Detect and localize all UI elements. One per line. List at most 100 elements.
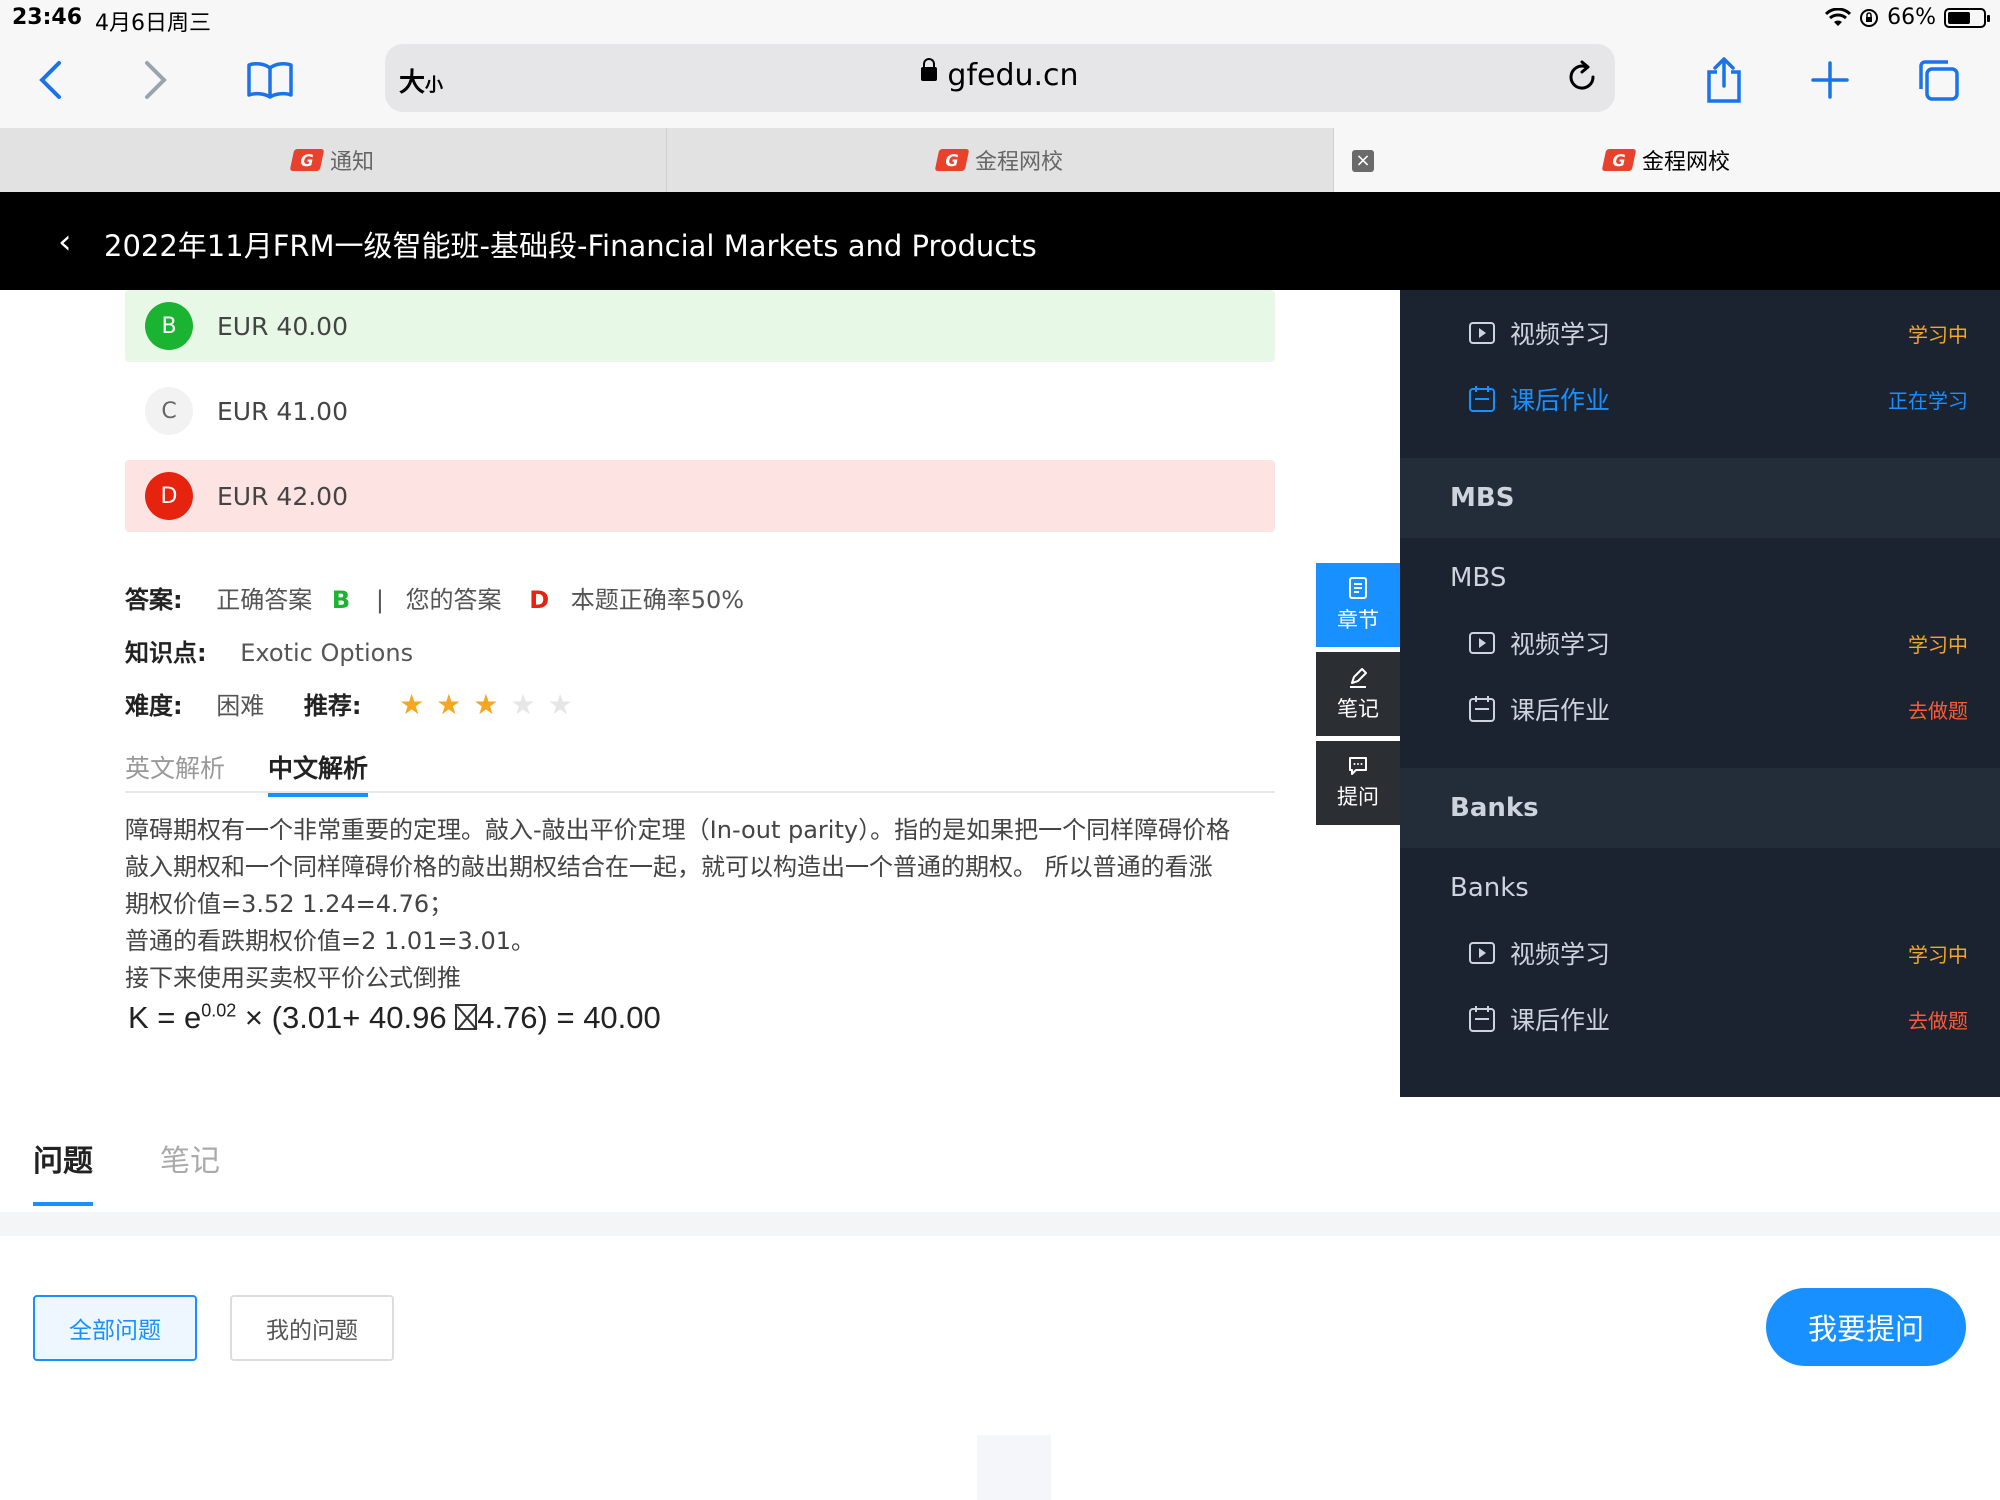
chapter-tool-button[interactable]: 章节 <box>1316 563 1400 647</box>
calendar-icon <box>1469 386 1495 412</box>
status-badge: 正在学习 <box>1888 388 1968 413</box>
plus-icon <box>1811 61 1849 99</box>
lesson-homework[interactable]: 课后作业 去做题 <box>1400 986 2000 1052</box>
analysis-tabs: 英文解析 中文解析 <box>125 745 1275 797</box>
video-icon <box>1469 942 1495 964</box>
lesson-video[interactable]: 视频学习 学习中 <box>1400 300 2000 366</box>
all-questions-button[interactable]: 全部问题 <box>33 1295 197 1361</box>
recommend-stars: ★ ★ ★ ★ ★ <box>399 688 585 721</box>
lock-icon <box>921 57 938 81</box>
correct-rate: 本题正确率50% <box>570 586 745 614</box>
lesson-homework[interactable]: 课后作业 去做题 <box>1400 676 2000 742</box>
star-filled-icon: ★ <box>473 688 499 721</box>
status-badge: 学习中 <box>1908 942 1968 967</box>
pencil-icon <box>1350 668 1367 688</box>
lesson-homework-current[interactable]: 课后作业 正在学习 <box>1400 366 2000 432</box>
chapter-mbs[interactable]: MBS <box>1400 543 2000 613</box>
option-b[interactable]: B EUR 40.00 <box>125 290 1275 362</box>
tab-english-analysis[interactable]: 英文解析 <box>125 749 225 785</box>
section-mbs[interactable]: MBS <box>1400 458 2000 538</box>
tabs-overview-button[interactable] <box>1908 50 1968 110</box>
page-title: 2022年11月FRM一级智能班-基础段-Financial Markets a… <box>104 229 1037 263</box>
browser-tabs: G 通知 G 金程网校 × G 金程网校 <box>0 128 2000 192</box>
browser-toolbar: 大小 gfedu.cn <box>0 38 2000 128</box>
status-badge: 学习中 <box>1908 322 1968 347</box>
gfedu-logo-icon: G <box>934 149 970 171</box>
course-header: ‹ 2022年11月FRM一级智能班-基础段-Financial Markets… <box>0 192 2000 290</box>
difficulty-row: 难度: 困难 推荐: ★ ★ ★ ★ ★ <box>125 686 585 721</box>
url-bar[interactable]: 大小 gfedu.cn <box>385 44 1615 112</box>
tab-close-button[interactable]: × <box>1352 150 1374 172</box>
battery-percent: 66% <box>1887 5 1936 30</box>
tabs-icon <box>1919 60 1959 101</box>
tab-notice[interactable]: G 通知 <box>0 128 667 192</box>
tab-chinese-analysis[interactable]: 中文解析 <box>268 749 369 797</box>
tab-gfedu-1[interactable]: G 金程网校 <box>667 128 1334 192</box>
status-badge: 去做题 <box>1908 698 1968 723</box>
option-text: EUR 41.00 <box>217 396 348 426</box>
option-text: EUR 42.00 <box>217 481 348 511</box>
lesson-video[interactable]: 视频学习 学习中 <box>1400 610 2000 676</box>
placeholder-block <box>977 1435 1051 1500</box>
bookmarks-button[interactable] <box>240 50 300 110</box>
status-badge: 学习中 <box>1908 632 1968 657</box>
option-text: EUR 40.00 <box>217 311 348 341</box>
status-badge: 去做题 <box>1908 1008 1968 1033</box>
answer-row: 答案: 正确答案 B | 您的答案 D 本题正确率50% <box>125 586 745 614</box>
share-icon <box>1707 57 1741 103</box>
forward-button[interactable] <box>126 50 186 110</box>
ask-tool-button[interactable]: 提问 <box>1316 741 1400 825</box>
gfedu-logo-icon: G <box>289 149 325 171</box>
chapter-banks[interactable]: Banks <box>1400 853 2000 923</box>
tab-questions[interactable]: 问题 <box>33 1136 93 1206</box>
url-domain[interactable]: gfedu.cn <box>385 57 1615 93</box>
my-questions-button[interactable]: 我的问题 <box>230 1295 394 1361</box>
correct-answer: B <box>331 586 351 614</box>
wifi-icon <box>1825 7 1852 26</box>
star-filled-icon: ★ <box>399 688 425 721</box>
status-time: 23:46 <box>12 5 83 30</box>
star-empty-icon: ★ <box>547 688 573 721</box>
formula: K = e0.02 × (3.01+ 40.96 4.76) = 40.00 <box>128 1000 661 1035</box>
analysis-text: 障碍期权有一个非常重要的定理。敲入-敲出平价定理（In-out parity）。… <box>125 816 1231 992</box>
option-c[interactable]: C EUR 41.00 <box>125 375 1275 447</box>
your-answer: D <box>529 586 550 614</box>
bottom-tabs: 问题 笔记 <box>0 1120 2000 1212</box>
reload-button[interactable] <box>1565 60 1599 98</box>
video-icon <box>1469 632 1495 654</box>
option-letter: D <box>145 472 193 520</box>
status-right: 66% <box>1825 5 1990 30</box>
lesson-video[interactable]: 视频学习 学习中 <box>1400 920 2000 986</box>
chevron-right-icon <box>145 61 167 99</box>
new-tab-button[interactable] <box>1800 50 1860 110</box>
option-d[interactable]: D EUR 42.00 <box>125 460 1275 532</box>
section-divider <box>0 1212 2000 1236</box>
option-letter: C <box>145 387 193 435</box>
note-tool-button[interactable]: 笔记 <box>1316 652 1400 736</box>
section-banks[interactable]: Banks <box>1400 768 2000 848</box>
ask-question-button[interactable]: 我要提问 <box>1766 1288 1966 1366</box>
battery-icon <box>1944 7 1990 28</box>
header-back-button[interactable]: ‹ <box>58 222 72 262</box>
calendar-icon <box>1469 1006 1495 1032</box>
difficulty-value: 困难 <box>216 692 265 720</box>
orientation-lock-icon <box>1860 8 1879 27</box>
option-letter: B <box>145 302 193 350</box>
video-icon <box>1469 322 1495 344</box>
reload-icon <box>1569 60 1595 90</box>
star-empty-icon: ★ <box>510 688 536 721</box>
tab-gfedu-active[interactable]: × G 金程网校 <box>1334 128 2000 192</box>
calendar-icon <box>1469 696 1495 722</box>
status-bar: 23:46 4月6日周三 66% <box>0 0 2000 38</box>
book-icon <box>247 62 293 99</box>
chapter-panel: 视频学习 学习中 课后作业 正在学习 MBS MBS 视频学习 学习中 课后作业… <box>1400 290 2000 1097</box>
chevron-left-icon <box>39 61 61 99</box>
back-button[interactable] <box>20 50 80 110</box>
chat-bubble-icon <box>1349 757 1367 775</box>
status-date: 4月6日周三 <box>95 11 211 36</box>
star-filled-icon: ★ <box>436 688 462 721</box>
share-button[interactable] <box>1694 50 1754 110</box>
missing-glyph-icon <box>455 1003 478 1030</box>
gfedu-logo-icon: G <box>1601 149 1637 171</box>
tab-notes[interactable]: 笔记 <box>160 1136 220 1180</box>
